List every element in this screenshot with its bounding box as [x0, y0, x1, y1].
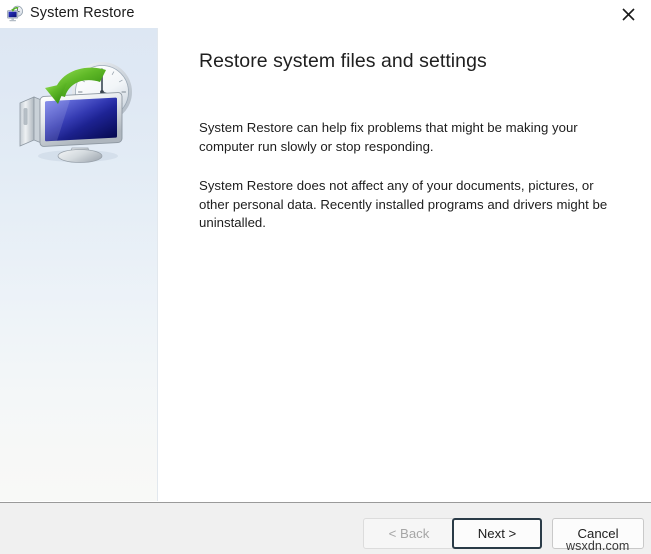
- monitor-clock-restore-illustration: [14, 56, 140, 168]
- system-restore-icon: [6, 5, 24, 23]
- sidebar-banner: [0, 28, 158, 501]
- back-button[interactable]: < Back: [363, 518, 455, 549]
- watermark-text: wsxdn.com: [566, 539, 630, 553]
- window-title: System Restore: [30, 5, 135, 21]
- intro-paragraph-1: System Restore can help fix problems tha…: [199, 120, 578, 154]
- system-restore-window: System Restore Restore system files and …: [0, 0, 651, 554]
- close-icon[interactable]: [605, 0, 651, 28]
- title-bar: System Restore: [0, 0, 651, 28]
- page-title: Restore system files and settings: [199, 50, 487, 72]
- content-pane: Restore system files and settings System…: [159, 28, 651, 501]
- dialog-footer: < Back Next > Cancel: [0, 502, 651, 554]
- intro-paragraph-2: System Restore does not affect any of yo…: [199, 178, 608, 231]
- next-button[interactable]: Next >: [452, 518, 542, 549]
